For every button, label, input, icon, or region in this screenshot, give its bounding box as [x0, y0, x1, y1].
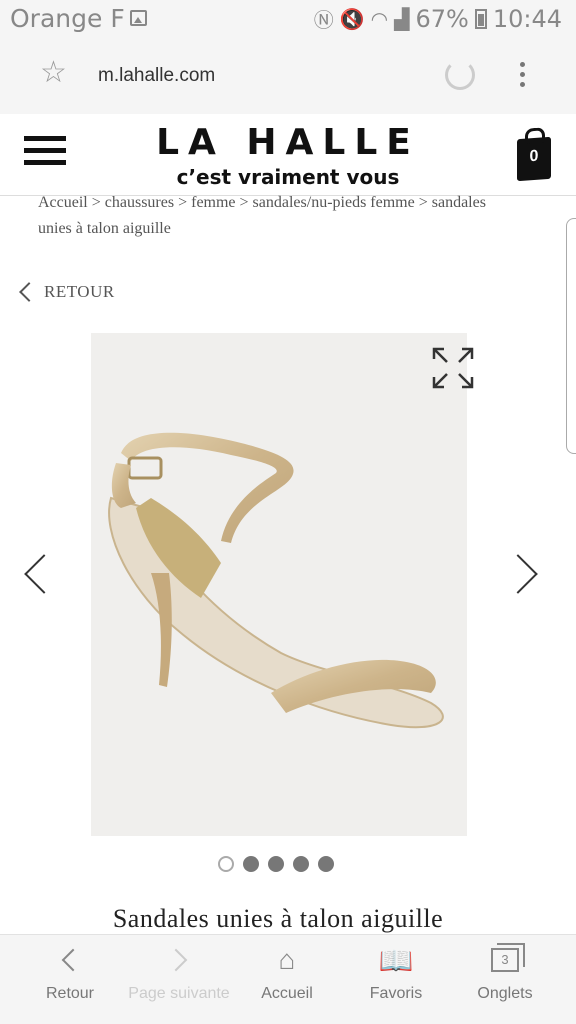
nav-bookmarks-button[interactable]: 📖 Favoris — [341, 935, 451, 1024]
logo-text: LA HALLE — [156, 122, 420, 163]
browser-url-bar: ☆ m.lahalle.com — [0, 38, 576, 114]
bookmarks-icon: 📖 — [378, 944, 414, 976]
tabs-icon: 3 — [491, 943, 525, 972]
fullscreen-expand-icon[interactable] — [431, 346, 475, 390]
menu-more-icon[interactable] — [520, 62, 526, 92]
nav-home-button[interactable]: ⌂ Accueil — [232, 935, 342, 1024]
retour-label: RETOUR — [44, 282, 115, 301]
signal-icon: ▟ — [394, 6, 410, 31]
carousel-dots — [218, 856, 334, 872]
sandal-illustration — [108, 432, 444, 729]
home-icon: ⌂ — [278, 944, 296, 975]
url-field[interactable]: m.lahalle.com — [98, 65, 215, 87]
nav-label: Accueil — [261, 985, 313, 1002]
breadcrumb[interactable]: Accueil > chaussures > femme > sandales/… — [38, 190, 518, 242]
carousel-dot[interactable] — [218, 856, 234, 872]
bookmark-star-icon[interactable]: ☆ — [40, 58, 67, 88]
status-bar: Orange F Ⓝ 🔇 ◠ ▟ 67% 10:44 — [0, 0, 576, 38]
nav-tabs-button[interactable]: 3 Onglets — [450, 935, 560, 1024]
clock: 10:44 — [492, 4, 562, 33]
nav-label: Page suivante — [128, 985, 230, 1002]
side-drawer-handle[interactable] — [566, 218, 576, 454]
logo-tagline: c’est vraiment vous — [176, 165, 400, 189]
site-header: LA HALLE c’est vraiment vous 0 — [0, 114, 576, 196]
browser-bottom-bar: Retour Page suivante ⌂ Accueil 📖 Favoris… — [0, 934, 576, 1024]
carousel-prev-icon[interactable] — [24, 554, 64, 594]
nav-back-button[interactable]: Retour — [15, 935, 125, 1024]
product-title: Sandales unies à talon aiguille — [112, 904, 444, 933]
nav-label: Retour — [45, 985, 95, 1002]
carrier-name: Orange F — [10, 4, 125, 33]
status-icons: Ⓝ 🔇 ◠ ▟ 67% 10:44 — [314, 4, 562, 33]
battery-percent: 67% — [415, 4, 469, 33]
back-icon — [61, 948, 85, 972]
image-notification-icon — [130, 10, 147, 26]
carousel-dot[interactable] — [318, 856, 334, 872]
retour-link[interactable]: RETOUR — [19, 282, 115, 302]
nfc-icon: Ⓝ — [313, 8, 334, 32]
nav-label: Onglets — [477, 985, 533, 1002]
forward-icon — [164, 948, 188, 972]
carousel-dot[interactable] — [243, 856, 259, 872]
product-image[interactable] — [91, 333, 467, 836]
site-logo[interactable]: LA HALLE c’est vraiment vous — [150, 122, 426, 189]
chevron-left-icon — [19, 282, 39, 302]
hamburger-menu-icon[interactable] — [24, 136, 66, 172]
nav-forward-button[interactable]: Page suivante — [124, 935, 234, 1024]
shopping-bag-icon[interactable]: 0 — [517, 136, 551, 182]
nav-label: Favoris — [369, 985, 423, 1002]
carousel-dot[interactable] — [293, 856, 309, 872]
mute-icon: 🔇 — [339, 6, 365, 31]
wifi-icon: ◠ — [370, 6, 389, 31]
battery-icon — [474, 8, 487, 29]
reload-icon[interactable] — [445, 60, 475, 90]
carousel-dot[interactable] — [268, 856, 284, 872]
cart-count: 0 — [529, 147, 539, 166]
carousel-next-icon[interactable] — [498, 554, 538, 594]
